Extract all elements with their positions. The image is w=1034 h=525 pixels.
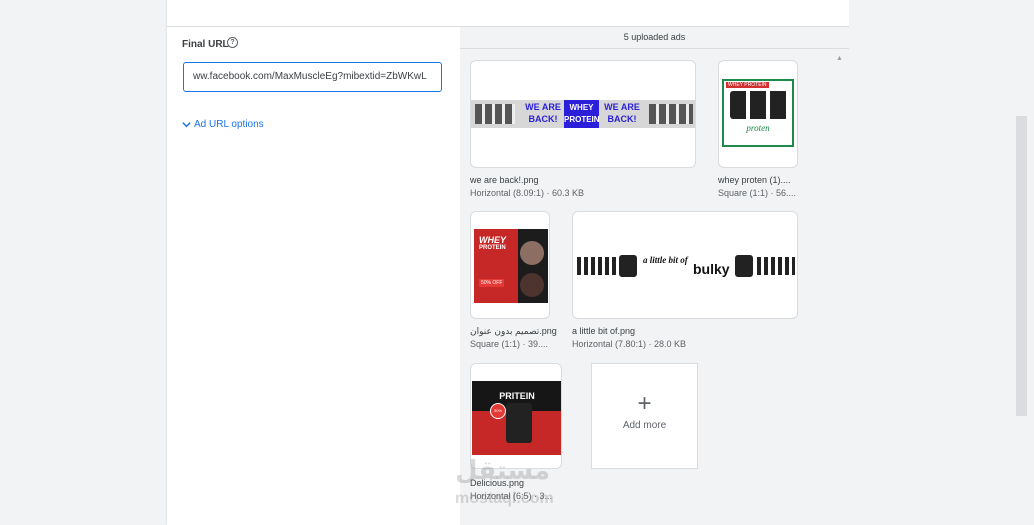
banner-text-2: WHEY PROTEIN xyxy=(564,100,600,128)
uploads-panel: 5 uploaded ads ▲ WE ARE BACK! WHEY PROTE… xyxy=(460,27,849,525)
tub-icon xyxy=(619,255,637,277)
final-url-input[interactable]: ww.facebook.com/MaxMuscleEg?mibextid=ZbW… xyxy=(183,62,442,92)
banner-image: a little bit of bulky xyxy=(573,251,797,281)
banner-text-1: a little bit of xyxy=(643,255,688,265)
tub-icon xyxy=(735,255,753,277)
tub-icon xyxy=(730,91,788,119)
watermark-arabic: مستقل xyxy=(455,455,551,485)
dumbbell-icon xyxy=(577,257,617,275)
help-icon[interactable]: ? xyxy=(227,37,238,48)
upload-card-we-are-back[interactable]: WE ARE BACK! WHEY PROTEIN WE ARE BACK! xyxy=(470,60,696,168)
banner-text-2: bulky xyxy=(693,261,730,277)
tag-label: WHEY PROTEIN xyxy=(726,82,769,88)
banner-text-3: WE ARE BACK! xyxy=(604,102,640,124)
discount-badge: 30% xyxy=(490,403,506,419)
square-image: PRITEIN 30% xyxy=(472,381,561,455)
add-more-button[interactable]: + Add more xyxy=(591,363,698,469)
filename: we are back!.png xyxy=(470,175,539,185)
page-scrollbar[interactable] xyxy=(1016,116,1027,416)
ad-url-options-label: Ad URL options xyxy=(194,119,264,130)
athlete-photo xyxy=(520,241,544,265)
tub-label-text: proten xyxy=(746,123,770,133)
file-meta: Square (1:1) · 39.... xyxy=(470,339,549,349)
file-meta: Square (1:1) · 56.... xyxy=(718,188,797,198)
tub-icon xyxy=(506,403,532,443)
product-photo xyxy=(520,273,544,297)
chevron-down-icon xyxy=(182,122,191,128)
add-more-label: Add more xyxy=(622,420,667,431)
uploaded-count: 5 uploaded ads xyxy=(460,27,849,49)
promo-title: PRITEIN xyxy=(499,391,535,401)
filename: a little bit of.png xyxy=(572,326,636,336)
tub-icon xyxy=(649,104,693,124)
upload-dialog: Final URL ? ww.facebook.com/MaxMuscleEg?… xyxy=(167,0,849,525)
banner-text-1: WE ARE BACK! xyxy=(525,102,561,124)
upload-card-delicious[interactable]: PRITEIN 30% xyxy=(470,363,562,469)
plus-icon: + xyxy=(637,390,652,417)
upload-card-a-little-bit-of[interactable]: a little bit of bulky xyxy=(572,211,798,319)
page-background-right xyxy=(849,0,1034,525)
promo-title-2: PROTEIN xyxy=(479,245,506,251)
ad-url-options-toggle[interactable]: Ad URL options xyxy=(181,119,264,130)
url-panel: Final URL ? ww.facebook.com/MaxMuscleEg?… xyxy=(167,27,461,525)
promo-title: WHEY xyxy=(479,235,506,245)
square-image: WHEY PROTEIN proten xyxy=(722,79,794,147)
file-meta: Horizontal (8.09:1) · 60.3 KB xyxy=(470,188,585,198)
square-image: WHEY PROTEIN 50% OFF xyxy=(474,229,548,303)
filename: تصميم بدون عنوان.png xyxy=(470,326,557,336)
offer-badge: 50% OFF xyxy=(479,279,505,287)
banner-image: WE ARE BACK! WHEY PROTEIN WE ARE BACK! xyxy=(471,100,695,128)
final-url-label: Final URL xyxy=(182,39,229,50)
scroll-up-icon[interactable]: ▲ xyxy=(836,55,843,62)
watermark-latin: mostaql.com xyxy=(455,490,554,507)
file-meta: Horizontal (7.80:1) · 28.0 KB xyxy=(572,339,687,349)
upload-card-whey-proten[interactable]: WHEY PROTEIN proten xyxy=(718,60,798,168)
upload-card-arabic-design[interactable]: WHEY PROTEIN 50% OFF xyxy=(470,211,550,319)
tub-icon xyxy=(475,104,515,124)
dumbbell-icon xyxy=(757,257,795,275)
page-background-left xyxy=(0,0,167,525)
dialog-header xyxy=(167,0,849,27)
filename: whey proten (1).... xyxy=(718,175,791,185)
